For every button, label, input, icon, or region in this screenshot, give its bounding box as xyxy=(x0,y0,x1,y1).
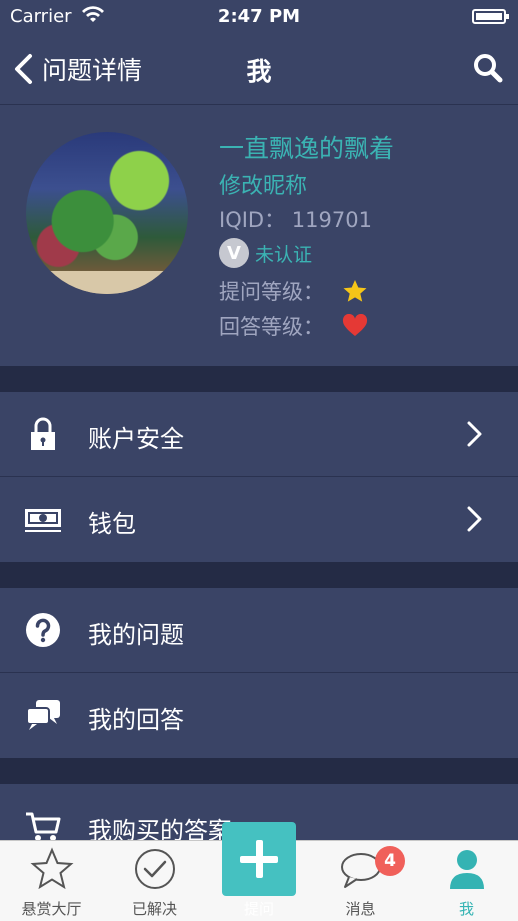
menu-label: 账户安全 xyxy=(88,425,184,453)
page-title: 我 xyxy=(246,57,272,86)
avatar[interactable] xyxy=(26,132,188,294)
menu-item-wallet[interactable]: 钱包 xyxy=(0,477,518,561)
verify-badge: V xyxy=(219,238,249,268)
chat-bubbles-icon xyxy=(26,700,60,730)
cart-icon xyxy=(26,812,61,841)
status-time: 2:47 PM xyxy=(217,6,301,27)
iqid-label: IQID： 119701 xyxy=(219,208,372,232)
tab-label: 消息 xyxy=(345,900,376,918)
verification-status: V 未认证 xyxy=(219,238,312,268)
tab-me[interactable]: 我 xyxy=(415,841,518,921)
ask-question-button[interactable]: 提问 xyxy=(222,822,296,918)
lock-icon xyxy=(31,417,55,450)
answer-level-label: 回答等级： xyxy=(219,315,324,339)
chevron-right-icon xyxy=(467,506,482,532)
money-icon xyxy=(25,509,61,532)
menu-item-my-answers[interactable]: 我的回答 xyxy=(0,673,518,757)
answer-level-row: 回答等级： xyxy=(219,311,368,341)
section-separator xyxy=(0,758,518,784)
tab-solved[interactable]: 已解决 xyxy=(103,841,206,921)
question-icon xyxy=(26,613,60,647)
heart-icon xyxy=(342,314,368,336)
menu-label: 钱包 xyxy=(88,510,136,538)
verify-status-text[interactable]: 未认证 xyxy=(255,240,312,267)
tab-label: 悬赏大厅 xyxy=(21,900,82,918)
chevron-right-icon xyxy=(467,421,482,447)
ask-label: 提问 xyxy=(243,900,274,918)
menu-label: 我的问题 xyxy=(88,621,184,649)
battery-icon xyxy=(472,9,509,24)
tab-label: 已解决 xyxy=(131,900,177,918)
tab-label: 我 xyxy=(458,900,474,918)
check-circle-icon xyxy=(135,849,175,889)
plus-icon xyxy=(240,840,278,878)
status-bar: Carrier 2:47 PM xyxy=(0,0,518,34)
ask-level-label: 提问等级： xyxy=(219,280,324,304)
nickname: 一直飘逸的飘着 xyxy=(219,134,395,163)
star-outline-icon xyxy=(30,847,74,890)
section-separator xyxy=(0,562,518,588)
search-icon[interactable] xyxy=(472,52,504,84)
section-separator xyxy=(0,366,518,392)
menu-label: 我的回答 xyxy=(88,706,184,734)
menu-item-account-security[interactable]: 账户安全 xyxy=(0,392,518,476)
menu-item-my-questions[interactable]: 我的问题 xyxy=(0,588,518,672)
navigation-bar: 问题详情 我 xyxy=(0,34,518,105)
star-icon xyxy=(343,280,367,302)
profile-section: 一直飘逸的飘着 修改昵称 IQID： 119701 V 未认证 提问等级： 回答… xyxy=(0,105,518,365)
tab-hall[interactable]: 悬赏大厅 xyxy=(0,841,103,921)
ask-level-row: 提问等级： xyxy=(219,276,368,306)
edit-nickname-link[interactable]: 修改昵称 xyxy=(219,168,307,200)
messages-badge: 4 xyxy=(375,846,405,876)
person-icon xyxy=(450,850,484,889)
ask-button-background xyxy=(222,822,296,896)
